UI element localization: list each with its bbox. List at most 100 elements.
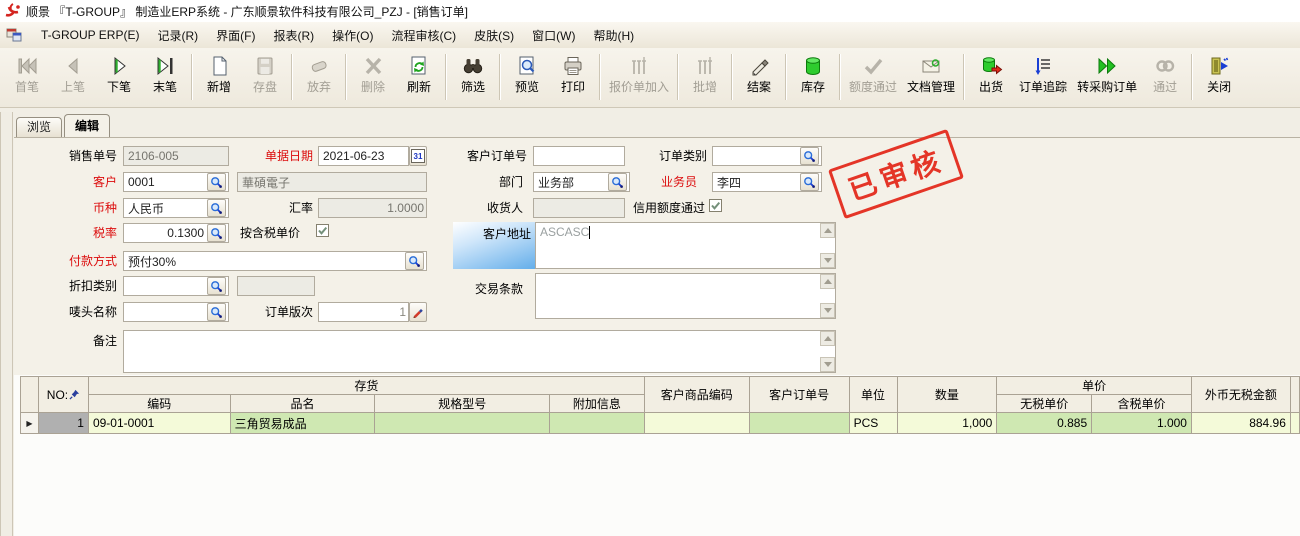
scroll-down-button[interactable] [820,253,835,268]
toolbar-batch-add-button[interactable]: 批增 [682,51,728,96]
toolbar-inventory-button[interactable]: 库存 [790,51,836,96]
sales-no-label: 销售单号 [20,149,117,164]
sales-no-field[interactable]: 2106-005 [123,146,229,166]
unit-cell[interactable]: PCS [849,413,897,434]
toolbar-next-record-button[interactable]: 下笔 [96,51,142,96]
code-cell[interactable]: 09-01-0001 [88,413,230,434]
menu-item-operation[interactable]: 操作(O) [323,24,382,47]
price-excl-tax-cell[interactable]: 0.885 [997,413,1092,434]
col-header-amount-fc: 外币无税金额 [1191,377,1290,413]
lookup-button[interactable] [800,147,819,165]
toolbar-separator [731,54,733,100]
menu-item-window[interactable]: 窗口(W) [523,24,584,47]
col-header-extra-sliver [1290,377,1299,413]
menu-item-report[interactable]: 报表(R) [264,24,323,47]
lookup-button[interactable] [207,303,226,321]
menu-item-flow-audit[interactable]: 流程审核(C) [382,24,465,47]
payment-method-label: 付款方式 [20,254,117,269]
quote-columns-icon [627,53,651,79]
first-record-icon [15,53,39,79]
toolbar-preview-button[interactable]: 预览 [504,51,550,96]
toolbar-delete-button[interactable]: 删除 [350,51,396,96]
toolbar-new-button[interactable]: 新增 [196,51,242,96]
lookup-button[interactable] [405,252,424,270]
toolbar-last-record-button[interactable]: 末笔 [142,51,188,96]
menu-item-skin[interactable]: 皮肤(S) [465,24,523,47]
cust-item-code-cell[interactable] [644,413,749,434]
menu-item-tgroup-erp[interactable]: T-GROUP ERP(E) [32,25,148,45]
payment-method-field[interactable]: 预付30% [123,251,427,271]
row-no-cell[interactable]: 1 [38,413,88,434]
printer-icon [561,53,585,79]
lookup-button[interactable] [800,173,819,191]
credit-passed-checkbox[interactable] [709,199,722,212]
toolbar-discard-button[interactable]: 放弃 [296,51,342,96]
customer-address-input[interactable]: ASCASC [535,222,836,269]
exchange-rate-field[interactable]: 1.0000 [318,198,427,218]
discount-type-name-field[interactable] [237,276,315,296]
salesman-field[interactable]: 李四 [712,172,822,192]
lookup-button[interactable] [207,199,226,217]
toolbar-close-button[interactable]: 关闭 [1196,51,1242,96]
toolbar-refresh-button[interactable]: 刷新 [396,51,442,96]
mark-name-field[interactable] [123,302,229,322]
remark-input[interactable] [123,330,836,373]
toolbar-ship-button[interactable]: 出货 [968,51,1014,96]
scroll-up-button[interactable] [820,331,835,346]
row-selector-cell[interactable]: ▶ [21,413,39,434]
toolbar-to-purchase-order-button[interactable]: 转采购订单 [1072,51,1142,96]
calendar-button[interactable]: 31 [409,146,427,166]
menu-item-record[interactable]: 记录(R) [148,24,207,47]
toolbar-order-track-button[interactable]: 订单追踪 [1014,51,1072,96]
detail-grid-panel: NO: 存货 客户商品编码 客户订单号 单位 数量 单价 外币无税金额 编码 品… [14,375,1300,536]
toolbar-first-record-button[interactable]: 首笔 [4,51,50,96]
toolbar-save-button[interactable]: 存盘 [242,51,288,96]
calendar-icon: 31 [411,149,425,163]
lookup-button[interactable] [207,277,226,295]
scroll-up-button[interactable] [820,223,835,238]
amount-fc-cell[interactable]: 884.96 [1191,413,1290,434]
doc-date-field[interactable]: 2021-06-23 [318,146,409,166]
tax-included-checkbox[interactable] [316,224,329,237]
currency-field[interactable]: 人民币 [123,198,229,218]
toolbar-filter-button[interactable]: 筛选 [450,51,496,96]
order-version-field[interactable]: 1 [318,302,409,322]
tax-rate-field[interactable]: 0.1300 [123,223,229,243]
spec-cell[interactable] [375,413,550,434]
discount-type-field[interactable] [123,276,229,296]
name-cell[interactable]: 三角贸易成品 [230,413,375,434]
customer-label: 客户 [20,175,117,190]
toolbar-prev-record-button[interactable]: 上笔 [50,51,96,96]
discount-type-label: 折扣类别 [20,279,117,294]
currency-label: 币种 [20,201,117,216]
extra-info-cell[interactable] [549,413,644,434]
tab-browse[interactable]: 浏览 [16,117,62,137]
trade-terms-input[interactable] [535,273,836,319]
scroll-down-button[interactable] [820,357,835,372]
scroll-up-button[interactable] [820,274,835,289]
qty-cell[interactable]: 1,000 [897,413,997,434]
lookup-button[interactable] [207,224,226,242]
customer-address-label: 客户地址 [453,222,535,269]
order-type-field[interactable] [712,146,822,166]
toolbar-close-case-button[interactable]: 结案 [736,51,782,96]
col-header-qty: 数量 [897,377,997,413]
toolbar-approve-button[interactable]: 通过 [1142,51,1188,96]
exchange-rate-label: 汇率 [230,201,313,216]
lookup-button[interactable] [207,173,226,191]
toolbar-document-mgmt-button[interactable]: 文档管理 [902,51,960,96]
price-incl-tax-cell[interactable]: 1.000 [1092,413,1192,434]
toolbar-print-button[interactable]: 打印 [550,51,596,96]
cust-order-no-cell[interactable] [749,413,849,434]
tab-edit[interactable]: 编辑 [64,114,110,137]
save-floppy-icon [253,53,277,79]
rings-icon [1153,53,1177,79]
toolbar-quote-add-button[interactable]: 报价单加入 [604,51,674,96]
menu-item-help[interactable]: 帮助(H) [584,24,643,47]
toolbar-credit-pass-button[interactable]: 额度通过 [844,51,902,96]
customer-name-field[interactable]: 華碩電子 [237,172,427,192]
menu-item-interface[interactable]: 界面(F) [207,24,264,47]
customer-code-field[interactable]: 0001 [123,172,229,192]
order-version-edit-button[interactable] [409,302,427,322]
scroll-down-button[interactable] [820,303,835,318]
